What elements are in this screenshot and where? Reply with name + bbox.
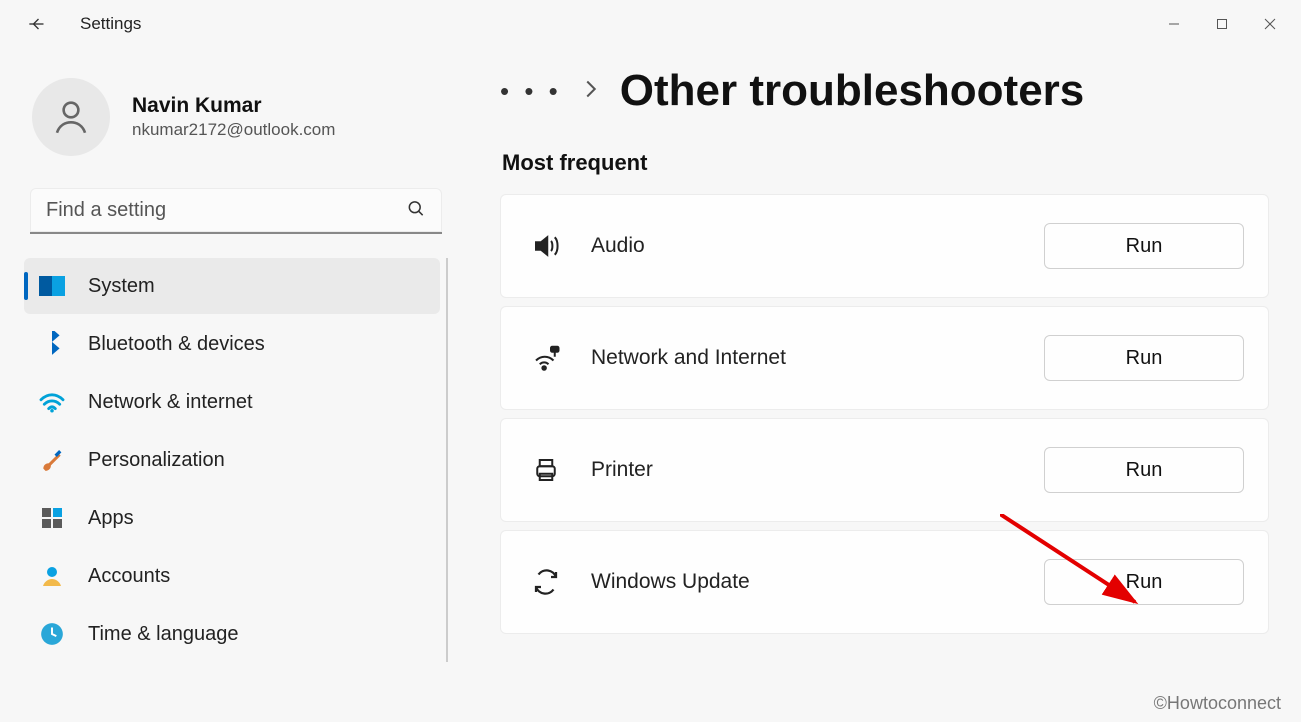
audio-icon (529, 231, 563, 261)
minimize-button[interactable] (1151, 8, 1197, 40)
sidebar-item-network-internet[interactable]: Network & internet (24, 374, 440, 430)
profile-name: Navin Kumar (132, 94, 335, 118)
nav: System Bluetooth & devices Network & int… (24, 258, 448, 662)
wifi-icon (38, 388, 66, 416)
bluetooth-icon (38, 330, 66, 358)
page-title: Other troubleshooters (620, 66, 1085, 116)
sidebar-item-label: Apps (88, 507, 134, 530)
search-input[interactable] (30, 188, 442, 234)
maximize-button[interactable] (1199, 8, 1245, 40)
run-button-printer[interactable]: Run (1044, 447, 1244, 493)
search-wrap (30, 188, 442, 234)
sidebar-item-label: Accounts (88, 565, 170, 588)
troubleshooter-windows-update: Windows Update Run (500, 530, 1269, 634)
troubleshooter-network-internet: Network and Internet Run (500, 306, 1269, 410)
apps-icon (38, 504, 66, 532)
troubleshooter-audio: Audio Run (500, 194, 1269, 298)
system-icon (38, 272, 66, 300)
sidebar-item-apps[interactable]: Apps (24, 490, 440, 546)
run-button-windows-update[interactable]: Run (1044, 559, 1244, 605)
paintbrush-icon (38, 446, 66, 474)
avatar (32, 78, 110, 156)
network-icon (529, 343, 563, 373)
sidebar-item-system[interactable]: System (24, 258, 440, 314)
troubleshooter-label: Network and Internet (591, 346, 1044, 370)
troubleshooter-label: Windows Update (591, 570, 1044, 594)
troubleshooters-list: Audio Run Network and Internet Run Print… (500, 194, 1269, 634)
titlebar: Settings (0, 0, 1301, 48)
troubleshooter-label: Audio (591, 234, 1044, 258)
window-controls (1151, 8, 1293, 40)
run-button-network[interactable]: Run (1044, 335, 1244, 381)
arrow-left-icon (26, 14, 46, 34)
sidebar-item-label: System (88, 275, 155, 298)
profile-block[interactable]: Navin Kumar nkumar2172@outlook.com (24, 60, 448, 184)
run-button-audio[interactable]: Run (1044, 223, 1244, 269)
breadcrumb-ellipsis[interactable]: • • • (500, 76, 562, 107)
watermark: ©Howtoconnect (1154, 693, 1281, 714)
sidebar: Navin Kumar nkumar2172@outlook.com Syste… (0, 48, 460, 722)
person-icon (50, 96, 92, 138)
back-button[interactable] (16, 4, 56, 44)
clock-globe-icon (38, 620, 66, 648)
chevron-right-icon (584, 79, 598, 104)
sidebar-item-accounts[interactable]: Accounts (24, 548, 440, 604)
main: • • • Other troubleshooters Most frequen… (460, 48, 1301, 722)
printer-icon (529, 455, 563, 485)
app-title: Settings (80, 14, 141, 34)
sidebar-item-label: Time & language (88, 623, 238, 646)
sidebar-item-label: Network & internet (88, 391, 253, 414)
profile-email: nkumar2172@outlook.com (132, 120, 335, 140)
sidebar-item-time-language[interactable]: Time & language (24, 606, 440, 662)
section-title-most-frequent: Most frequent (502, 150, 1269, 176)
accounts-icon (38, 562, 66, 590)
sync-icon (529, 567, 563, 597)
search-icon (406, 199, 426, 224)
sidebar-item-personalization[interactable]: Personalization (24, 432, 440, 488)
sidebar-item-bluetooth-devices[interactable]: Bluetooth & devices (24, 316, 440, 372)
breadcrumb: • • • Other troubleshooters (500, 66, 1269, 116)
close-button[interactable] (1247, 8, 1293, 40)
troubleshooter-label: Printer (591, 458, 1044, 482)
sidebar-item-label: Bluetooth & devices (88, 333, 265, 356)
troubleshooter-printer: Printer Run (500, 418, 1269, 522)
sidebar-item-label: Personalization (88, 449, 225, 472)
